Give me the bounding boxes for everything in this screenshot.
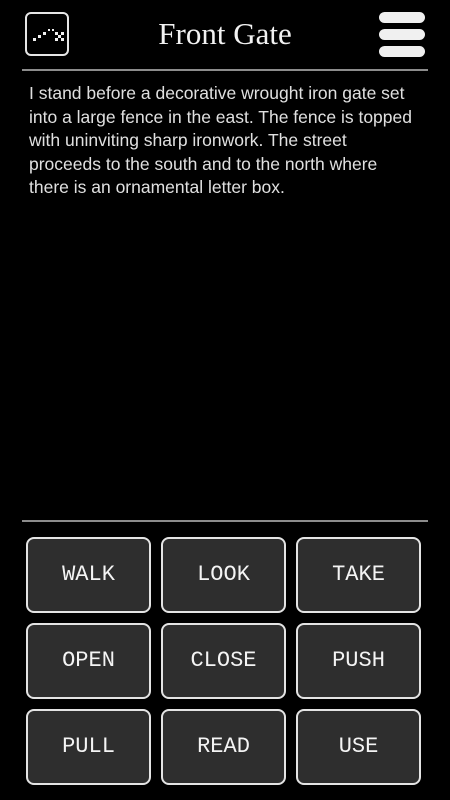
menu-bar	[379, 46, 425, 57]
walk-button[interactable]: WALK	[26, 537, 151, 613]
header: Front Gate	[0, 0, 450, 70]
use-button[interactable]: USE	[296, 709, 421, 785]
menu-bar	[379, 29, 425, 40]
menu-button[interactable]	[379, 12, 425, 58]
command-divider	[22, 520, 428, 522]
open-button[interactable]: OPEN	[26, 623, 151, 699]
look-button[interactable]: LOOK	[161, 537, 286, 613]
map-button[interactable]	[25, 12, 69, 56]
close-button[interactable]: CLOSE	[161, 623, 286, 699]
pull-button[interactable]: PULL	[26, 709, 151, 785]
read-button[interactable]: READ	[161, 709, 286, 785]
take-button[interactable]: TAKE	[296, 537, 421, 613]
menu-bar	[379, 12, 425, 23]
header-divider	[22, 69, 428, 71]
page-title: Front Gate	[158, 16, 292, 51]
room-description: I stand before a decorative wrought iron…	[29, 83, 412, 197]
push-button[interactable]: PUSH	[296, 623, 421, 699]
map-icon	[33, 29, 64, 41]
